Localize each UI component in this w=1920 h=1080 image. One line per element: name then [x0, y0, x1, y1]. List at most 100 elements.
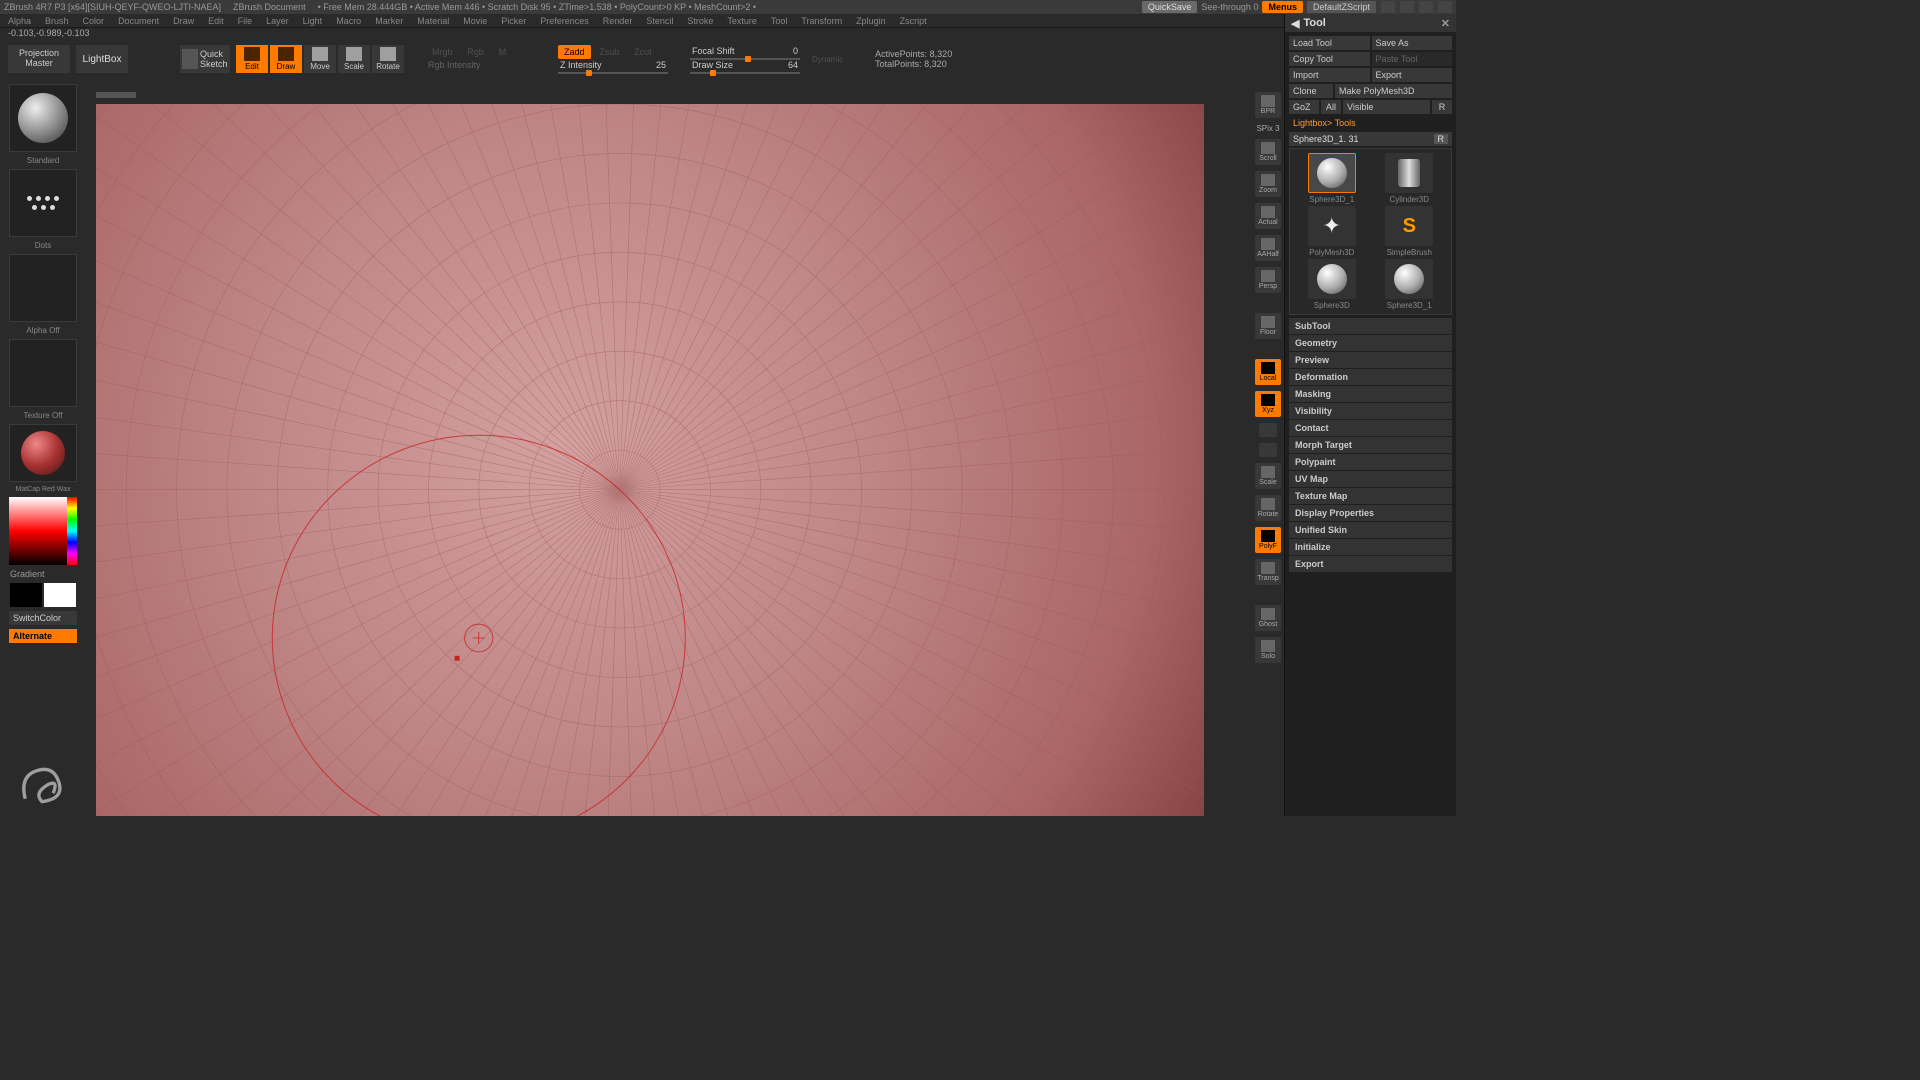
goz-r-button[interactable]: R [1432, 100, 1452, 114]
menu-zscript[interactable]: Zscript [900, 16, 927, 26]
zadd-toggle[interactable]: Zadd [558, 45, 591, 59]
tool-item-simplebrush[interactable]: SSimpleBrush [1372, 206, 1448, 257]
rollout-subtool[interactable]: SubTool [1289, 318, 1452, 334]
menu-transform[interactable]: Transform [801, 16, 842, 26]
rollout-contact[interactable]: Contact [1289, 420, 1452, 436]
rollout-export[interactable]: Export [1289, 556, 1452, 572]
menu-stencil[interactable]: Stencil [646, 16, 673, 26]
texture-tile[interactable] [9, 339, 77, 407]
menu-brush[interactable]: Brush [45, 16, 69, 26]
export-button[interactable]: Export [1372, 68, 1453, 82]
menu-texture[interactable]: Texture [727, 16, 757, 26]
tool-header[interactable]: ◀ Tool ✕ [1285, 14, 1456, 32]
menu-layer[interactable]: Layer [266, 16, 289, 26]
rollout-display-properties[interactable]: Display Properties [1289, 505, 1452, 521]
primary-color-swatch[interactable] [44, 583, 76, 607]
viewport[interactable] [96, 104, 1204, 816]
menu-macro[interactable]: Macro [336, 16, 361, 26]
rollout-deformation[interactable]: Deformation [1289, 369, 1452, 385]
defaultzscript-button[interactable]: DefaultZScript [1307, 1, 1376, 13]
tool-item-sphere3d_1[interactable]: Sphere3D_1 [1294, 153, 1370, 204]
tool-item-sphere3d[interactable]: Sphere3D [1294, 259, 1370, 310]
tool-item-cylinder3d[interactable]: Cylinder3D [1372, 153, 1448, 204]
move-mode-button[interactable]: Move [304, 45, 336, 73]
edit-mode-button[interactable]: Edit [236, 45, 268, 73]
brush-tile[interactable] [9, 84, 77, 152]
material-tile[interactable] [9, 424, 77, 482]
tool-breadcrumb[interactable]: Lightbox> Tools [1289, 116, 1452, 130]
switch-color-button[interactable]: SwitchColor [9, 611, 77, 625]
zsub-toggle[interactable]: Zsub [593, 45, 625, 59]
save-as-button[interactable]: Save As [1372, 36, 1453, 50]
quick-sketch-button[interactable]: QuickSketch [180, 45, 230, 73]
clone-button[interactable]: Clone [1289, 84, 1333, 98]
rollout-geometry[interactable]: Geometry [1289, 335, 1452, 351]
restore-icon[interactable] [1381, 1, 1395, 13]
rotate-mode-button[interactable]: Rotate [372, 45, 404, 73]
quicksave-button[interactable]: QuickSave [1142, 1, 1198, 13]
goz-visible-button[interactable]: Visible [1343, 100, 1430, 114]
actual-button[interactable]: Actual [1255, 203, 1281, 229]
rollout-morph-target[interactable]: Morph Target [1289, 437, 1452, 453]
lightbox-button[interactable]: LightBox [76, 45, 128, 73]
menu-preferences[interactable]: Preferences [540, 16, 589, 26]
focal-shift-slider[interactable]: Focal Shift 0 [690, 46, 800, 58]
frame-button[interactable] [1259, 423, 1277, 437]
draw-size-slider[interactable]: Draw Size 64 [690, 60, 800, 72]
scroll-button[interactable]: Scroll [1255, 139, 1281, 165]
bpr-button[interactable]: BPR [1255, 92, 1281, 118]
floor-button[interactable]: Floor [1255, 313, 1281, 339]
menus-button[interactable]: Menus [1262, 1, 1303, 13]
scale-mode-button[interactable]: Scale [338, 45, 370, 73]
menu-alpha[interactable]: Alpha [8, 16, 31, 26]
maximize-icon[interactable] [1419, 1, 1433, 13]
menu-edit[interactable]: Edit [208, 16, 224, 26]
seethrough-slider[interactable]: See-through 0 [1201, 2, 1258, 12]
rollout-polypaint[interactable]: Polypaint [1289, 454, 1452, 470]
dynamic-toggle[interactable]: Dynamic [806, 53, 849, 66]
rotate-button[interactable]: Rotate [1255, 495, 1281, 521]
rollout-texture-map[interactable]: Texture Map [1289, 488, 1452, 504]
rgb-toggle[interactable]: Rgb [461, 45, 490, 59]
scale-button[interactable]: Scale [1255, 463, 1281, 489]
menu-zplugin[interactable]: Zplugin [856, 16, 886, 26]
rollout-initialize[interactable]: Initialize [1289, 539, 1452, 555]
ghost-button[interactable]: Ghost [1255, 605, 1281, 631]
tool-r-button[interactable]: R [1434, 134, 1449, 144]
draw-mode-button[interactable]: Draw [270, 45, 302, 73]
menu-movie[interactable]: Movie [463, 16, 487, 26]
rollout-unified-skin[interactable]: Unified Skin [1289, 522, 1452, 538]
mrgb-toggle[interactable]: Mrgb [426, 45, 459, 59]
menu-draw[interactable]: Draw [173, 16, 194, 26]
menu-stroke[interactable]: Stroke [687, 16, 713, 26]
hue-strip[interactable] [67, 497, 77, 565]
paste-tool-button[interactable]: Paste Tool [1372, 52, 1453, 66]
persp-button[interactable]: Persp [1255, 267, 1281, 293]
polyf-button[interactable]: PolyF [1255, 527, 1281, 553]
color-picker[interactable] [9, 497, 77, 565]
alternate-button[interactable]: Alternate [9, 629, 77, 643]
close-icon[interactable] [1438, 1, 1452, 13]
copy-tool-button[interactable]: Copy Tool [1289, 52, 1370, 66]
rollout-preview[interactable]: Preview [1289, 352, 1452, 368]
menu-light[interactable]: Light [303, 16, 323, 26]
menu-render[interactable]: Render [603, 16, 633, 26]
make-polymesh-button[interactable]: Make PolyMesh3D [1335, 84, 1452, 98]
solo-button[interactable]: Solo [1255, 637, 1281, 663]
stroke-tile[interactable] [9, 169, 77, 237]
menu-marker[interactable]: Marker [375, 16, 403, 26]
zoom-button[interactable]: Zoom [1255, 171, 1281, 197]
tool-name-row[interactable]: Sphere3D_1. 31 R [1289, 132, 1452, 146]
menu-material[interactable]: Material [417, 16, 449, 26]
alpha-tile[interactable] [9, 254, 77, 322]
panel-close-icon[interactable]: ✕ [1441, 17, 1450, 30]
tool-item-sphere3d_1[interactable]: Sphere3D_1 [1372, 259, 1448, 310]
minimize-icon[interactable] [1400, 1, 1414, 13]
goz-button[interactable]: GoZ [1289, 100, 1319, 114]
transp-button[interactable]: Transp [1255, 559, 1281, 585]
move-button[interactable] [1259, 443, 1277, 457]
menu-color[interactable]: Color [83, 16, 105, 26]
rollout-uv-map[interactable]: UV Map [1289, 471, 1452, 487]
xyz-button[interactable]: Xyz [1255, 391, 1281, 417]
tool-item-polymesh3d[interactable]: ✦PolyMesh3D [1294, 206, 1370, 257]
